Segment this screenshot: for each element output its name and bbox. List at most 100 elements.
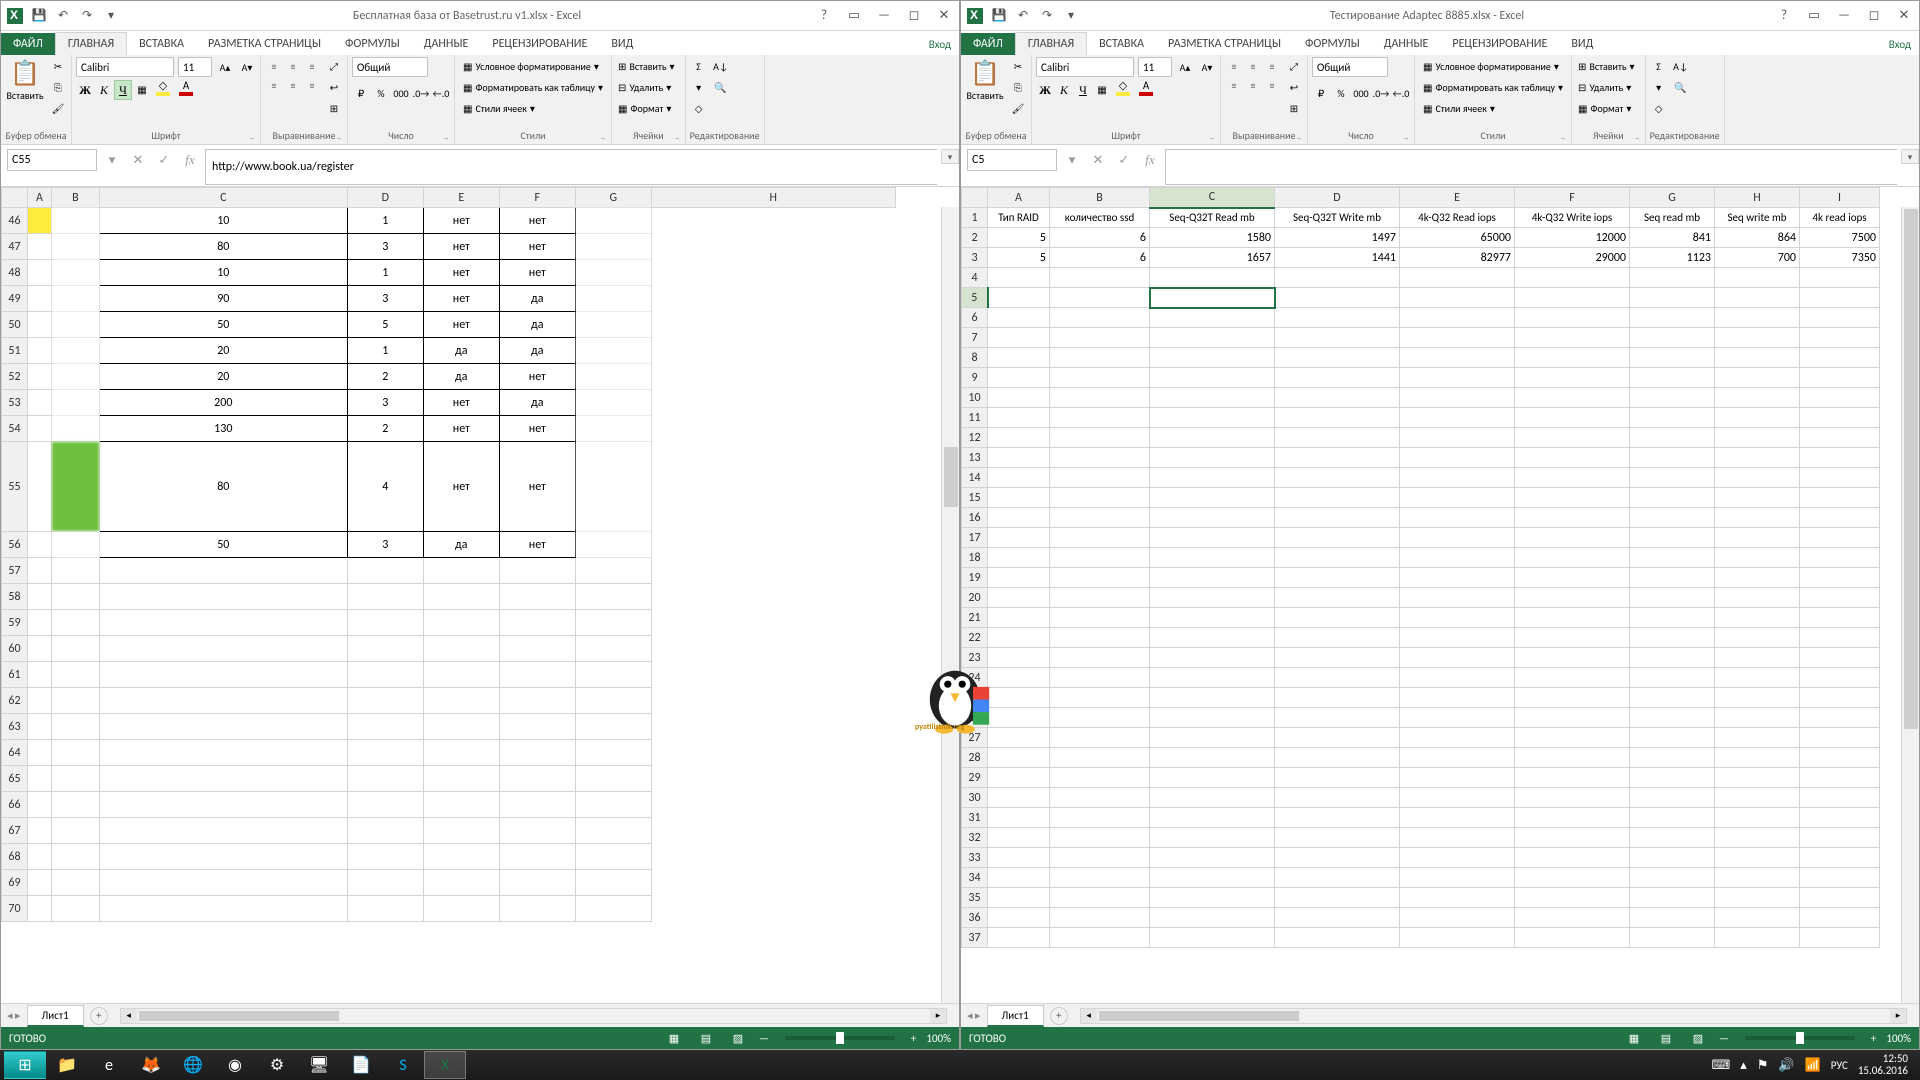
font-size-select[interactable] [1138,57,1172,77]
autosum-icon[interactable]: Σ [690,57,708,75]
table-row[interactable]: 14 [962,468,1880,488]
align-middle-icon[interactable]: ≡ [284,57,302,75]
border-button[interactable]: ▦ [133,80,151,98]
insert-cells-button[interactable]: ⊞ Вставить ▾ [616,57,681,75]
table-row[interactable]: 56xxxxxxxxx503данетxxxxxxxxx [2,532,896,558]
increase-font-icon[interactable]: A▴ [1176,58,1194,76]
taskbar-skype-icon[interactable]: S [382,1051,424,1079]
font-select[interactable] [76,57,174,77]
formula-input[interactable] [205,149,937,185]
bold-button[interactable]: Ж [76,80,94,100]
tab-home[interactable]: ГЛАВНАЯ [55,32,127,55]
horizontal-scrollbar[interactable]: ◂▸ [120,1008,947,1024]
tray-keyboard-icon[interactable]: ⌨ [1711,1058,1730,1073]
tray-flag-icon[interactable]: ⚑ [1757,1058,1769,1073]
horizontal-scrollbar[interactable]: ◂▸ [1080,1008,1907,1024]
table-row[interactable]: 17 [962,528,1880,548]
sign-in-link[interactable]: Вход [921,34,959,55]
view-page-layout-icon[interactable]: ▤ [1655,1030,1677,1046]
font-size-select[interactable] [178,57,212,77]
taskbar-chrome-icon[interactable]: ◉ [214,1051,256,1079]
view-page-break-icon[interactable]: ▨ [727,1030,749,1046]
format-painter-icon[interactable]: 🖌 [1009,99,1027,117]
view-normal-icon[interactable]: ▦ [1623,1030,1645,1046]
table-row[interactable]: 35616571441829772900011237007350 [962,248,1880,268]
orientation-icon[interactable]: ⤢ [325,57,343,75]
wrap-text-icon[interactable]: ↩ [325,78,343,96]
table-row[interactable]: 6 [962,308,1880,328]
cell-styles-button[interactable]: ▦ Стили ячеек ▾ [1419,99,1567,117]
qat-more-icon[interactable]: ▾ [103,8,119,24]
increase-font-icon[interactable]: A▴ [216,58,234,76]
cancel-icon[interactable]: ✕ [1087,149,1109,171]
ribbon-options-icon[interactable]: ▭ [1799,5,1829,27]
conditional-formatting-button[interactable]: ▦ Условное форматирование ▾ [1419,57,1567,75]
sheet-tab[interactable]: Лист1 [987,1005,1044,1027]
tab-insert[interactable]: ВСТАВКА [127,33,196,55]
table-row[interactable]: 30 [962,788,1880,808]
table-row[interactable]: 24 [962,668,1880,688]
table-row[interactable]: 4 [962,268,1880,288]
zoom-slider[interactable] [1745,1036,1855,1040]
view-normal-icon[interactable]: ▦ [663,1030,685,1046]
merge-icon[interactable]: ⊞ [325,99,343,117]
format-cells-button[interactable]: ▦ Формат ▾ [1576,99,1641,117]
tray-volume-icon[interactable]: 🔊 [1778,1058,1794,1073]
minimize-icon[interactable]: — [869,5,899,27]
table-row[interactable]: 21 [962,608,1880,628]
orientation-icon[interactable]: ⤢ [1285,57,1303,75]
table-row[interactable]: 16 [962,508,1880,528]
table-row[interactable]: 19 [962,568,1880,588]
tab-view[interactable]: ВИД [599,33,645,55]
table-row[interactable]: 37 [962,928,1880,948]
tab-page-layout[interactable]: РАЗМЕТКА СТРАНИЦЫ [1156,33,1293,55]
table-row[interactable]: 47xxxxxxxxx803нетнетxxxxxxxxx [2,234,896,260]
taskbar-excel-icon[interactable]: X [424,1051,466,1079]
currency-icon[interactable]: ₽ [352,84,370,102]
table-row[interactable]: 29 [962,768,1880,788]
table-row[interactable]: 2561580149765000120008418647500 [962,228,1880,248]
zoom-slider[interactable] [785,1036,895,1040]
find-icon[interactable]: 🔍 [1672,78,1690,96]
zoom-level[interactable]: 100% [1886,1032,1911,1045]
taskbar-file-explorer-icon[interactable]: 📁 [46,1051,88,1079]
fill-icon[interactable]: ▾ [690,78,708,96]
tab-review[interactable]: РЕЦЕНЗИРОВАНИЕ [1440,33,1559,55]
cut-icon[interactable]: ✂ [1009,57,1027,75]
name-box[interactable] [967,149,1057,171]
merge-icon[interactable]: ⊞ [1285,99,1303,117]
table-row[interactable]: 10 [962,388,1880,408]
sign-in-link[interactable]: Вход [1881,34,1919,55]
formula-input[interactable] [1165,149,1897,185]
table-row[interactable]: 22 [962,628,1880,648]
percent-icon[interactable]: % [372,84,390,102]
taskbar-app1-icon[interactable]: ⚙ [256,1051,298,1079]
tray-language[interactable]: РУС [1831,1059,1848,1072]
taskbar-firefox-icon[interactable]: 🦊 [130,1051,172,1079]
undo-icon[interactable]: ↶ [55,8,71,24]
font-select[interactable] [1036,57,1134,77]
align-center-icon[interactable]: ≡ [284,76,302,94]
sheet-nav-buttons[interactable]: ◂ ▸ [967,1009,981,1022]
italic-button[interactable]: К [95,80,113,100]
tab-file[interactable]: ФАЙЛ [1,33,55,55]
worksheet-grid[interactable]: ABCDEFGHI1Тип RAIDколичество ssdSeq-Q32T… [961,187,1919,1003]
table-row[interactable]: 54xxxxxxxxx1302нетнетxxxxxxxxx [2,416,896,442]
underline-button[interactable]: Ч [1074,80,1092,100]
number-format-select[interactable] [1312,57,1388,77]
table-row[interactable]: 26 [962,708,1880,728]
table-row[interactable]: 25 [962,688,1880,708]
table-row[interactable]: 15 [962,488,1880,508]
fill-icon[interactable]: ▾ [1650,78,1668,96]
table-row[interactable]: 55xxxxxxxxx804нетнетxxxxxxxxx [2,442,896,532]
minimize-icon[interactable]: — [1829,5,1859,27]
table-row[interactable]: 5 [962,288,1880,308]
zoom-level[interactable]: 100% [926,1032,951,1045]
table-row[interactable]: 36 [962,908,1880,928]
insert-cells-button[interactable]: ⊞ Вставить ▾ [1576,57,1641,75]
name-box-dropdown-icon[interactable]: ▾ [101,149,123,171]
number-format-select[interactable] [352,57,428,77]
taskbar-ie-icon[interactable]: e [88,1051,130,1079]
fx-icon[interactable]: fx [1139,149,1161,171]
tab-data[interactable]: ДАННЫЕ [412,33,481,55]
